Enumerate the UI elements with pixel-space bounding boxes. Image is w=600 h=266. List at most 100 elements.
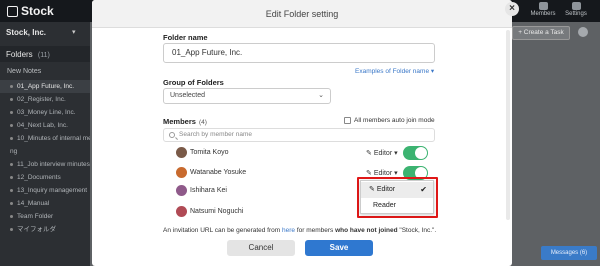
gear-icon[interactable]	[578, 27, 588, 37]
check-icon: ✔	[420, 185, 427, 194]
sidebar-folder-item[interactable]: 10_Minutes of internal mee	[0, 132, 90, 145]
member-search-placeholder: Search by member name	[179, 131, 252, 138]
member-name: Natsumi Noguchi	[190, 208, 244, 215]
settings-icon	[571, 2, 581, 10]
role-option-editor-label: Editor	[376, 186, 396, 193]
save-button[interactable]: Save	[305, 240, 373, 256]
sidebar-folder-item[interactable]: Team Folder	[0, 210, 90, 223]
members-label: Members (4)	[163, 117, 207, 126]
members-nav-label: Members	[530, 11, 556, 17]
folders-count: (11)	[37, 52, 50, 59]
sidebar-folder-label: 14_Manual	[17, 200, 50, 207]
folder-name-input[interactable]: 01_App Future, Inc.	[163, 43, 435, 63]
sidebar-folder-label: 13_Inquiry management	[17, 187, 88, 194]
role-dropdown-menu: ✎ Editor ✔ Reader	[360, 180, 434, 214]
invite-here-link[interactable]: here	[282, 227, 295, 234]
sidebar-folder-label: 02_Register, Inc.	[17, 96, 66, 103]
member-toggle[interactable]	[403, 146, 428, 160]
messages-button[interactable]: Messages (6)	[541, 246, 597, 260]
member-search-input[interactable]: Search by member name	[163, 128, 435, 142]
sidebar-folder-item[interactable]: 13_Inquiry management	[0, 184, 90, 197]
sidebar-folder-label: マイフォルダ	[17, 226, 56, 233]
sidebar-folder-label: Team Folder	[17, 213, 54, 220]
sidebar-folder-item[interactable]: 12_Documents	[0, 171, 90, 184]
sidebar-folder-item[interactable]: 03_Money Line, Inc.	[0, 106, 90, 119]
folder-dot-icon	[10, 214, 13, 218]
role-label: Editor	[373, 150, 393, 157]
role-select[interactable]: ✎ Editor ▾	[366, 169, 398, 177]
toggle-knob	[415, 147, 427, 159]
folder-dot-icon	[10, 123, 13, 127]
logo-text: Stock	[21, 4, 54, 18]
sidebar-folder-label: 01_App Future, Inc.	[17, 83, 75, 90]
folders-label: Folders	[6, 50, 33, 59]
members-nav[interactable]: Members	[530, 2, 556, 18]
create-task-button[interactable]: + Create a Task	[512, 26, 570, 40]
invite-note-suffix: "Stock, Inc.".	[397, 227, 437, 234]
group-label: Group of Folders	[163, 78, 224, 87]
sidebar-folder-label: ng	[10, 148, 18, 155]
members-label-text: Members	[163, 117, 196, 126]
sidebar-folder-label: 11_Job interview minutes	[17, 161, 90, 168]
pencil-icon: ✎	[366, 150, 372, 157]
sidebar-folder-item[interactable]: 02_Register, Inc.	[0, 93, 90, 106]
sidebar-folder-item[interactable]: マイフォルダ	[0, 223, 90, 236]
cancel-button[interactable]: Cancel	[227, 240, 295, 256]
folder-list: 01_App Future, Inc. 02_Register, Inc. 03_M…	[0, 80, 90, 236]
sidebar-folder-item[interactable]: 04_Next Lab, Inc.	[0, 119, 90, 132]
folder-dot-icon	[10, 97, 13, 101]
auto-join-checkbox[interactable]: All members auto join mode	[344, 117, 435, 124]
folder-dot-icon	[10, 201, 13, 205]
invite-note: An invitation URL can be generated from …	[163, 227, 436, 234]
avatar	[176, 147, 187, 158]
sidebar-folder-label: 04_Next Lab, Inc.	[17, 122, 68, 129]
sidebar-folder-label: 10_Minutes of internal mee	[17, 135, 90, 142]
pencil-icon: ✎	[369, 186, 375, 193]
chevron-down-icon[interactable]: ▾	[72, 28, 76, 36]
members-icon	[538, 2, 548, 10]
settings-nav[interactable]: Settings	[563, 2, 589, 18]
members-count: (4)	[198, 119, 207, 126]
member-name: Ishihara Kei	[190, 187, 227, 194]
sidebar-folder-item[interactable]: 14_Manual	[0, 197, 90, 210]
modal-title: Edit Folder setting	[265, 9, 339, 19]
role-label: Editor	[373, 170, 393, 177]
settings-nav-label: Settings	[565, 11, 587, 17]
member-row: Tomita Koyo ✎ Editor ▾	[176, 145, 446, 161]
folders-header: Folders (11)	[0, 46, 90, 62]
company-name[interactable]: Stock, Inc.	[6, 28, 46, 37]
role-select[interactable]: ✎ Editor ▾	[366, 149, 398, 157]
sidebar-folder-item[interactable]: ng	[0, 145, 90, 158]
invite-note-middle: for members	[295, 227, 336, 234]
invite-note-prefix: An invitation URL can be generated from	[163, 227, 282, 234]
search-icon	[169, 132, 175, 138]
app-logo[interactable]: Stock	[7, 4, 54, 18]
examples-link[interactable]: Examples of Folder name ▾	[355, 67, 434, 75]
role-option-editor[interactable]: ✎ Editor ✔	[361, 182, 433, 198]
logo-icon	[7, 5, 18, 17]
invite-note-bold: who have not joined	[335, 227, 398, 234]
sidebar-folder-label: 03_Money Line, Inc.	[17, 109, 76, 116]
folder-dot-icon	[10, 162, 13, 166]
folder-dot-icon	[10, 175, 13, 179]
member-name: Tomita Koyo	[190, 149, 229, 156]
chevron-down-icon: ⌄	[318, 92, 324, 99]
role-option-reader-label: Reader	[373, 202, 396, 209]
member-name: Watanabe Yosuke	[190, 169, 247, 176]
edit-folder-modal: Edit Folder setting Folder name 01_App F…	[92, 0, 512, 266]
folder-dot-icon	[10, 188, 13, 192]
folder-dot-icon	[10, 227, 13, 231]
sidebar-folder-item[interactable]: 01_App Future, Inc.	[0, 80, 90, 93]
pencil-icon: ✎	[366, 170, 372, 177]
checkbox-icon[interactable]	[344, 117, 351, 124]
modal-header: Edit Folder setting	[92, 0, 512, 28]
group-select[interactable]: Unselected ⌄	[163, 88, 331, 104]
folder-dot-icon	[10, 84, 13, 88]
sidebar-folder-item[interactable]: 11_Job interview minutes	[0, 158, 90, 171]
role-option-reader[interactable]: Reader	[361, 198, 433, 214]
close-icon[interactable]: ×	[505, 2, 519, 16]
folder-name-label: Folder name	[163, 33, 208, 42]
avatar	[176, 167, 187, 178]
modal-scrollbar[interactable]	[506, 30, 510, 220]
new-notes-link[interactable]: New Notes	[7, 68, 41, 75]
